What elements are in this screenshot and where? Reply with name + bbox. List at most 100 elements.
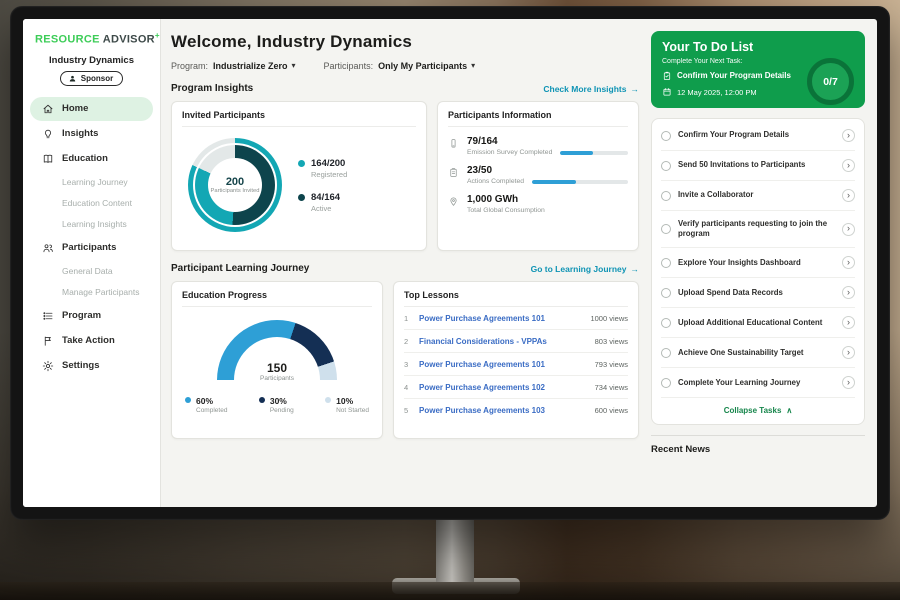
card-title: Invited Participants [182,110,416,127]
todo-progress-ring: 0/7 [807,58,854,105]
todo-summary-card: Your To Do List Complete Your Next Task:… [651,31,865,108]
invited-center-label: Participants Invited [211,188,260,195]
page-title: Welcome, Industry Dynamics [171,32,639,52]
task-checkbox[interactable] [661,318,671,328]
task-checkbox[interactable] [661,224,671,234]
sidebar-item-insights[interactable]: Insights [30,122,153,146]
chevron-right-icon[interactable]: › [842,376,855,389]
lesson-link[interactable]: Power Purchase Agreements 101 [419,360,588,369]
lesson-row[interactable]: 1 Power Purchase Agreements 101 1000 vie… [404,307,628,330]
task-row[interactable]: Upload Additional Educational Content › [661,308,855,338]
sidebar-sub-label: Manage Participants [62,287,140,297]
chevron-right-icon[interactable]: › [842,129,855,142]
go-to-learning-journey-link[interactable]: Go to Learning Journey → [531,264,639,274]
legend-label: Pending [270,407,294,414]
arrow-right-icon: → [631,264,640,274]
sidebar-item-learning-insights[interactable]: Learning Insights [23,214,160,235]
lesson-row[interactable]: 5 Power Purchase Agreements 103 600 view… [404,399,628,422]
task-row[interactable]: Send 50 Invitations to Participants › [661,151,855,181]
link-label: Check More Insights [543,84,626,94]
sidebar-item-settings[interactable]: Settings [30,354,153,378]
task-row[interactable]: Confirm Your Program Details › [661,121,855,151]
task-checkbox[interactable] [661,191,671,201]
sidebar-item-learning-journey[interactable]: Learning Journey [23,172,160,193]
sidebar-item-label: Education [62,153,108,164]
sidebar-item-take-action[interactable]: Take Action [30,329,153,353]
program-filter-dropdown[interactable]: Program: Industrialize Zero ▾ [171,61,296,71]
sidebar-item-general-data[interactable]: General Data [23,261,160,282]
task-row[interactable]: Invite a Collaborator › [661,181,855,211]
learning-journey-header: Participant Learning Journey Go to Learn… [171,263,639,274]
task-row[interactable]: Verify participants requesting to join t… [661,211,855,248]
legend-value: 84/164 [311,192,340,203]
task-row[interactable]: Complete Your Learning Journey › [661,368,855,398]
sidebar-sub-label: Learning Insights [62,219,127,229]
chevron-down-icon: ▾ [292,62,296,70]
task-label: Invite a Collaborator [678,190,835,200]
lesson-row[interactable]: 4 Power Purchase Agreements 102 734 view… [404,376,628,399]
chevron-right-icon[interactable]: › [842,189,855,202]
sidebar-item-education-content[interactable]: Education Content [23,193,160,214]
lesson-link[interactable]: Power Purchase Agreements 101 [419,314,583,323]
collapse-label: Collapse Tasks [724,406,782,415]
card-title: Education Progress [182,290,372,307]
desk-edge [0,582,900,600]
lesson-link[interactable]: Power Purchase Agreements 102 [419,383,588,392]
task-checkbox[interactable] [661,348,671,358]
sidebar-item-manage-participants[interactable]: Manage Participants [23,282,160,303]
lesson-link[interactable]: Power Purchase Agreements 103 [419,406,588,415]
stat-value: 1,000 GWh [467,194,628,205]
lesson-views: 600 views [595,406,628,415]
participants-filter-dropdown[interactable]: Participants: Only My Participants ▾ [324,61,476,71]
invited-donut-gap: 200 Participants Invited [193,143,277,227]
chevron-right-icon[interactable]: › [842,316,855,329]
gear-icon [42,360,54,372]
chevron-right-icon[interactable]: › [842,223,855,236]
task-list-card: Confirm Your Program Details › Send 50 I… [651,118,865,425]
filters-row: Program: Industrialize Zero ▾ Participan… [171,61,639,71]
task-checkbox[interactable] [661,161,671,171]
lesson-link[interactable]: Financial Considerations - VPPAs [419,337,588,346]
chevron-right-icon[interactable]: › [842,159,855,172]
logo-secondary: ADVISOR [103,34,155,46]
learning-journey-cards: Education Progress 150 Participants [171,281,639,439]
education-gauge: 150 Participants [217,320,337,381]
top-lessons-card: Top Lessons 1 Power Purchase Agreements … [393,281,639,439]
task-label: Verify participants requesting to join t… [678,219,835,239]
sidebar-sub-label: General Data [62,266,113,276]
task-row[interactable]: Achieve One Sustainability Target › [661,338,855,368]
program-insights-cards: Invited Participants 200 Participants In… [171,101,639,251]
lesson-row[interactable]: 2 Financial Considerations - VPPAs 803 v… [404,330,628,353]
collapse-tasks-link[interactable]: Collapse Tasks ∧ [661,398,855,422]
chevron-right-icon[interactable]: › [842,346,855,359]
sidebar-item-program[interactable]: Program [30,304,153,328]
task-checkbox[interactable] [661,288,671,298]
legend-label: Completed [196,407,227,414]
legend-dot-completed [185,397,191,403]
task-checkbox[interactable] [661,378,671,388]
legend-item: 30% Pending [259,396,294,414]
task-checkbox[interactable] [661,258,671,268]
people-icon [42,242,54,254]
lesson-row[interactable]: 3 Power Purchase Agreements 101 793 view… [404,353,628,376]
consumption-pin-icon [448,196,459,207]
sidebar-sub-label: Learning Journey [62,177,128,187]
lesson-views: 734 views [595,383,628,392]
check-more-insights-link[interactable]: Check More Insights → [543,84,639,94]
sidebar-item-education[interactable]: Education [30,147,153,171]
task-checkbox[interactable] [661,131,671,141]
dashboard-screen: RESOURCE ADVISOR+ Industry Dynamics Spon… [23,19,877,507]
sidebar-item-home[interactable]: Home [30,97,153,121]
chevron-right-icon[interactable]: › [842,256,855,269]
chevron-right-icon[interactable]: › [842,286,855,299]
stat-row: 1,000 GWh Total Global Consumption [448,194,628,214]
legend-dot-pending [259,397,265,403]
stat-label: Actions Completed [467,178,524,185]
program-filter-label: Program: [171,61,208,71]
task-row[interactable]: Explore Your Insights Dashboard › [661,248,855,278]
lesson-rank: 1 [404,314,412,323]
sidebar-item-participants[interactable]: Participants [30,236,153,260]
task-row[interactable]: Upload Spend Data Records › [661,278,855,308]
lightbulb-icon [42,128,54,140]
link-label: Go to Learning Journey [531,264,627,274]
